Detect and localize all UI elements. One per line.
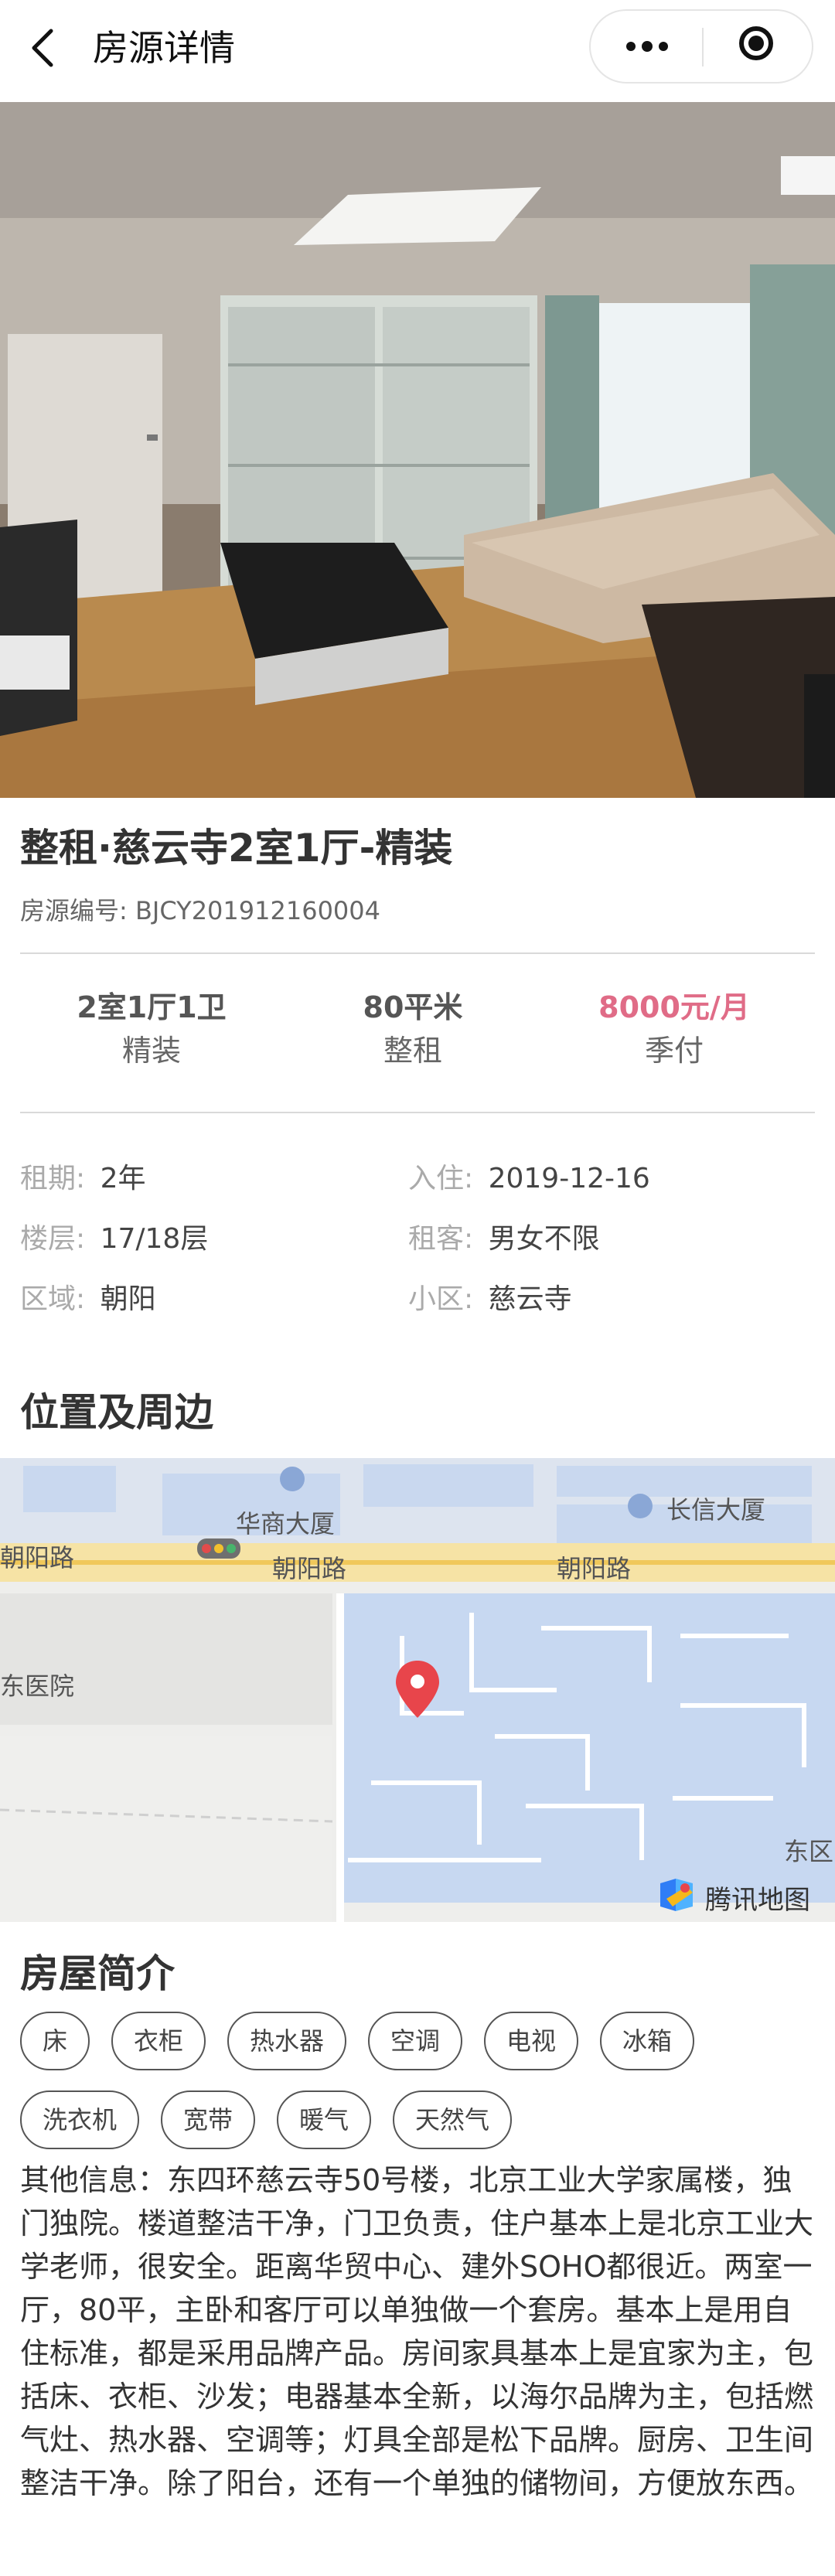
house-photo-carousel[interactable] [0, 102, 835, 798]
map-label-huashang: 华商大厦 [236, 1509, 336, 1538]
map-label-hospital: 东医院 [0, 1671, 75, 1701]
nav-bar: 房源详情 [0, 0, 835, 102]
target-icon-center [748, 36, 764, 51]
stat-price-sub: 季付 [644, 1034, 704, 1068]
tencent-map-icon [660, 1879, 693, 1911]
map-label-road-left: 朝阳路 [0, 1543, 75, 1573]
back-button[interactable] [22, 20, 68, 74]
living-room-photo [0, 102, 835, 798]
chevron-left-icon [32, 29, 53, 67]
info-community: 小区: 慈云寺 [408, 1280, 572, 1319]
map-label-road-right: 朝阳路 [557, 1554, 632, 1583]
house-title: 整租·慈云寺2室1厅-精装 [20, 826, 453, 871]
close-button[interactable] [704, 11, 813, 82]
page-title: 房源详情 [93, 27, 235, 69]
info-floor-value: 17/18层 [100, 1223, 209, 1255]
map-canvas [0, 1458, 835, 1922]
stat-area: 80平米 整租 [274, 988, 552, 1070]
house-code-value: BJCY201912160004 [135, 896, 380, 925]
info-lease-term-value: 2年 [100, 1163, 146, 1194]
info-tenant: 租客: 男女不限 [408, 1220, 600, 1259]
info-move-in-value: 2019-12-16 [488, 1163, 650, 1194]
house-description: 其他信息：东四环慈云寺50号楼，北京工业大学家属楼，独门独院。楼道整洁干净，门卫… [20, 2163, 814, 2500]
stat-layout-sub: 精装 [121, 1034, 181, 1068]
house-code: 房源编号: BJCY201912160004 [20, 894, 380, 928]
house-code-label: 房源编号: [20, 896, 128, 925]
info-lease-term: 租期: 2年 [20, 1160, 146, 1198]
more-dot-center [642, 41, 653, 52]
info-district: 区域: 朝阳 [20, 1280, 156, 1319]
map-label-road-mid: 朝阳路 [272, 1554, 347, 1583]
amenity-tag: 空调 [368, 2012, 462, 2070]
more-button[interactable] [591, 11, 702, 82]
info-community-label: 小区: [408, 1283, 474, 1315]
map-provider-logo: 腾讯地图 [656, 1876, 826, 1916]
location-heading: 位置及周边 [20, 1390, 213, 1435]
stat-area-value: 80平米 [363, 990, 463, 1024]
divider [20, 1112, 815, 1113]
info-lease-term-label: 租期: [20, 1163, 86, 1194]
stat-area-sub: 整租 [383, 1034, 442, 1068]
amenity-tag: 床 [20, 2012, 90, 2070]
intro-heading: 房屋简介 [20, 1951, 175, 1996]
stat-price-value: 8000元/月 [598, 990, 750, 1024]
amenity-tag: 暖气 [277, 2090, 371, 2149]
info-floor-label: 楼层: [20, 1223, 86, 1255]
info-tenant-label: 租客: [408, 1223, 474, 1255]
amenity-tag: 洗衣机 [20, 2090, 139, 2149]
divider [20, 952, 815, 954]
amenity-tag: 宽带 [161, 2090, 255, 2149]
info-district-label: 区域: [20, 1283, 86, 1315]
map-provider-name: 腾讯地图 [705, 1885, 810, 1916]
mini-program-capsule [589, 9, 813, 83]
amenity-tag: 衣柜 [111, 2012, 206, 2070]
map-label-changxin: 长信大厦 [666, 1495, 766, 1525]
info-tenant-value: 男女不限 [488, 1223, 600, 1255]
map-label-east: 东区 [784, 1837, 834, 1866]
stat-price: 8000元/月 季付 [535, 988, 813, 1070]
amenity-tag: 天然气 [393, 2090, 512, 2149]
more-dot-right [659, 42, 668, 51]
info-move-in: 入住: 2019-12-16 [408, 1160, 650, 1198]
amenity-tag: 热水器 [227, 2012, 346, 2070]
more-dots-icon [626, 42, 636, 51]
stat-layout: 2室1厅1卫 精装 [12, 988, 291, 1070]
stat-layout-value: 2室1厅1卫 [77, 990, 227, 1024]
amenity-tag: 电视 [484, 2012, 578, 2070]
info-floor: 楼层: 17/18层 [20, 1220, 208, 1259]
amenity-tag: 冰箱 [600, 2012, 694, 2070]
info-move-in-label: 入住: [408, 1163, 474, 1194]
location-map[interactable]: 华商大厦 长信大厦 朝阳路 朝阳路 朝阳路 东医院 东区 腾讯地图 [0, 1458, 835, 1922]
info-district-value: 朝阳 [100, 1283, 156, 1315]
info-community-value: 慈云寺 [488, 1283, 572, 1315]
